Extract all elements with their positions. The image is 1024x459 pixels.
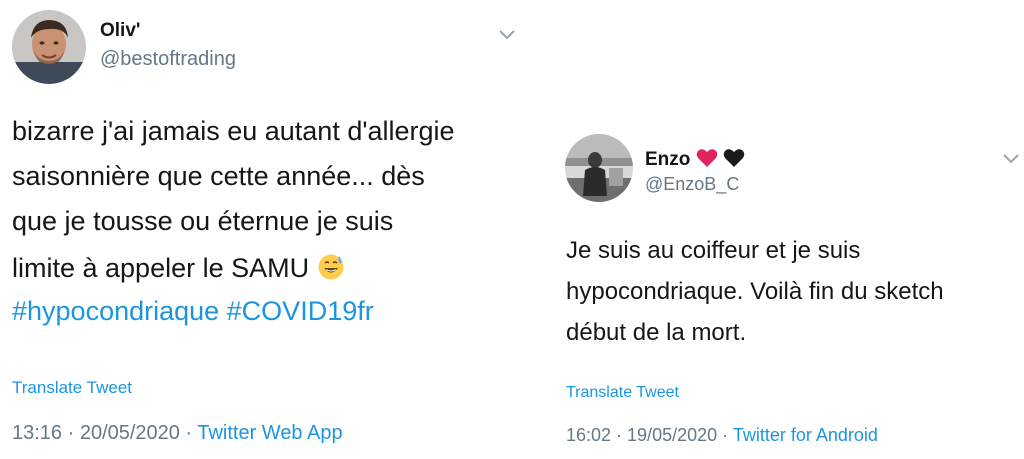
- tweet-text-line: Je suis au coiffeur et je suis: [566, 237, 861, 264]
- chevron-down-icon[interactable]: [1002, 152, 1020, 164]
- tweet-text-line: que je tousse ou éternue je suis: [12, 206, 394, 236]
- tweet-meta: 13:16 · 20/05/2020 · Twitter Web App: [12, 422, 343, 445]
- grinning-sweat-emoji: [317, 253, 345, 286]
- translate-tweet-link[interactable]: Translate Tweet: [566, 384, 679, 402]
- user-handle[interactable]: @bestoftrading: [100, 48, 236, 71]
- avatar-photo: [565, 134, 633, 202]
- chevron-down-icon[interactable]: [498, 28, 516, 40]
- user-handle[interactable]: @EnzoB_C: [645, 174, 739, 195]
- tweet-card: Enzo @EnzoB_C Je suis au coiffeur et je …: [545, 120, 1024, 459]
- tweet-text-line: début de la mort.: [566, 319, 747, 346]
- tweet-text-span: limite à appeler le SAMU: [12, 253, 310, 283]
- tweet-text-line: limite à appeler le SAMU: [12, 253, 345, 286]
- display-name[interactable]: Oliv': [100, 20, 140, 42]
- screenshot-stage: Oliv' @bestoftrading bizarre j'ai jamais…: [0, 0, 1024, 459]
- avatar[interactable]: [12, 10, 86, 84]
- tweet-card: Oliv' @bestoftrading bizarre j'ai jamais…: [0, 0, 540, 459]
- translate-tweet-link[interactable]: Translate Tweet: [12, 378, 132, 398]
- tweet-text-line: saisonnière que cette année... dès: [12, 161, 425, 191]
- tweet-text-line: hypocondriaque. Voilà fin du sketch: [566, 278, 944, 305]
- red-heart-emoji: [696, 148, 718, 174]
- hashtag-links[interactable]: #hypocondriaque #COVID19fr: [12, 298, 374, 325]
- tweet-text-line: bizarre j'ai jamais eu autant d'allergie: [12, 116, 455, 146]
- tweet-meta: 16:02 · 19/05/2020 · Twitter for Android: [566, 425, 878, 446]
- tweet-timestamp[interactable]: 13:16 · 20/05/2020 ·: [12, 422, 197, 444]
- tweet-timestamp[interactable]: 16:02 · 19/05/2020 ·: [566, 425, 733, 445]
- display-name-text: Enzo: [645, 149, 691, 170]
- avatar-photo: [12, 10, 86, 84]
- black-heart-emoji: [723, 148, 745, 174]
- avatar[interactable]: [565, 134, 633, 202]
- display-name[interactable]: Enzo: [645, 148, 745, 174]
- tweet-source-link[interactable]: Twitter Web App: [197, 422, 342, 444]
- tweet-source-link[interactable]: Twitter for Android: [733, 425, 878, 445]
